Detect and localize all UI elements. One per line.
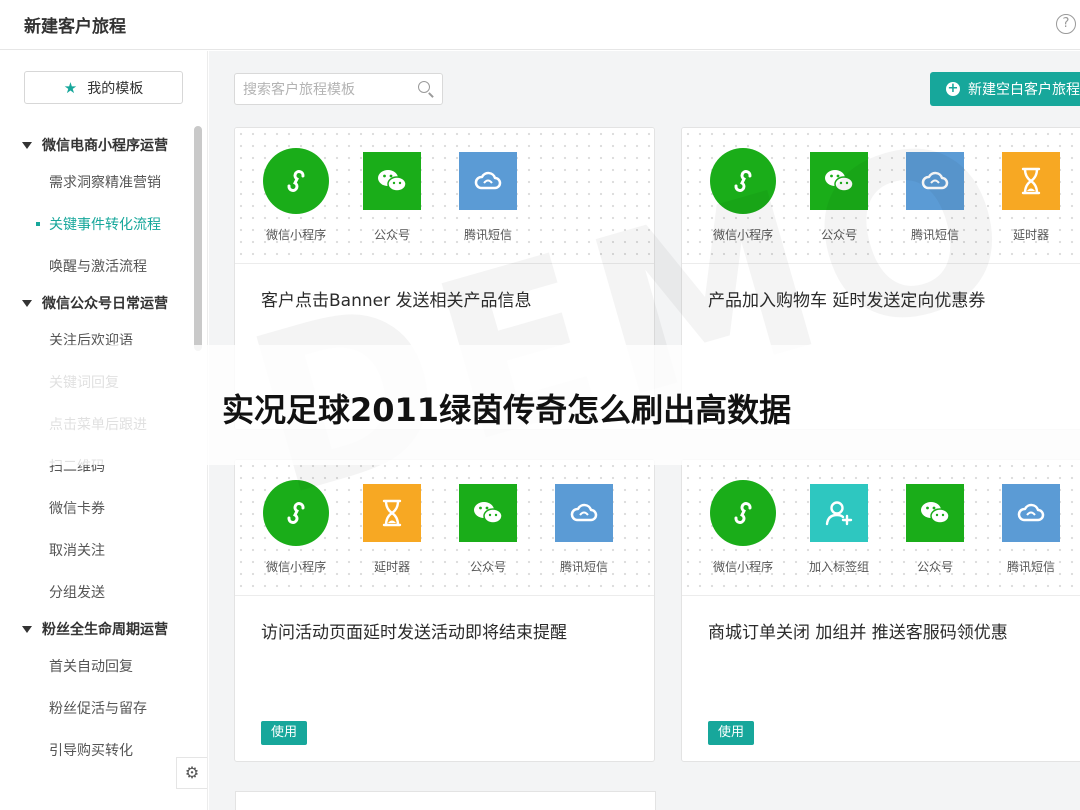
sidebar-item[interactable]: 首关自动回复 xyxy=(0,645,190,687)
gear-icon[interactable]: ⚙ xyxy=(176,757,207,789)
template-card[interactable]: 微信小程序 加入标签组 公众号 腾讯短信商城订单关闭 加组并 推送客服码领优惠使用 xyxy=(681,459,1080,762)
flow-node: 公众号 xyxy=(453,484,523,575)
flow-node: 公众号 xyxy=(804,152,874,243)
flow-node: 加入标签组 xyxy=(804,484,874,575)
page-title: 新建客户旅程 xyxy=(24,17,126,37)
sidebar-item[interactable]: 需求洞察精准营销 xyxy=(0,161,190,203)
search-icon[interactable] xyxy=(418,81,430,93)
flow-node-label: 腾讯短信 xyxy=(463,228,512,242)
flow-node: 腾讯短信 xyxy=(900,152,970,243)
search-input[interactable] xyxy=(243,80,413,100)
sidebar-group-label: 粉丝全生命周期运营 xyxy=(42,622,168,638)
flow-node-label: 延时器 xyxy=(1012,228,1049,242)
sidebar-item[interactable]: 取消关注 xyxy=(0,529,190,571)
flow-node-label: 公众号 xyxy=(820,228,857,242)
sidebar-item[interactable]: 引导购买转化 xyxy=(0,729,190,771)
flow-node-label: 公众号 xyxy=(373,228,410,242)
journey-flow-preview: 微信小程序 公众号 腾讯短信 延时器 xyxy=(682,128,1080,264)
cloud-sms-icon xyxy=(1002,484,1060,542)
flow-node-label: 腾讯短信 xyxy=(1006,560,1055,574)
sidebar-item[interactable]: 关键事件转化流程 xyxy=(0,203,190,245)
template-card-title: 商城订单关闭 加组并 推送客服码领优惠 xyxy=(708,623,1008,643)
hourglass-icon xyxy=(1002,152,1060,210)
mini-program-icon xyxy=(263,148,329,214)
mini-program-icon xyxy=(263,480,329,546)
sidebar-item[interactable]: 分组发送 xyxy=(0,571,190,613)
flow-node-label: 微信小程序 xyxy=(265,560,326,574)
template-search[interactable] xyxy=(234,73,443,105)
wechat-icon xyxy=(810,152,868,210)
hourglass-icon xyxy=(363,484,421,542)
wechat-icon xyxy=(459,484,517,542)
flow-node-label: 公众号 xyxy=(916,560,953,574)
journey-flow-preview: 微信小程序 加入标签组 公众号 腾讯短信 xyxy=(682,460,1080,596)
overlay-banner: 实况足球2011绿茵传奇怎么刷出高数据 xyxy=(0,345,1080,465)
star-icon: ★ xyxy=(63,78,78,97)
cloud-sms-icon xyxy=(906,152,964,210)
new-blank-journey-button[interactable]: + 新建空白客户旅程 xyxy=(930,72,1080,106)
flow-node: 延时器 xyxy=(996,152,1066,243)
journey-flow-preview: 微信小程序 延时器 公众号 腾讯短信 xyxy=(235,460,654,596)
template-card-partial[interactable] xyxy=(235,791,656,810)
flow-node: 微信小程序 xyxy=(261,148,331,243)
sidebar-scroll-thumb[interactable] xyxy=(194,126,202,351)
flow-node: 公众号 xyxy=(357,152,427,243)
sidebar-item[interactable]: 唤醒与激活流程 xyxy=(0,245,190,287)
sidebar-group-label: 微信电商小程序运营 xyxy=(42,138,168,154)
use-template-button[interactable]: 使用 xyxy=(261,721,307,745)
new-blank-journey-label: 新建空白客户旅程 xyxy=(968,82,1080,98)
flow-node-label: 延时器 xyxy=(373,560,410,574)
overlay-banner-text: 实况足球2011绿茵传奇怎么刷出高数据 xyxy=(222,391,792,429)
flow-node: 腾讯短信 xyxy=(996,484,1066,575)
caret-down-icon xyxy=(22,299,32,307)
sidebar-group[interactable]: 粉丝全生命周期运营 xyxy=(0,613,190,645)
app-header: 新建客户旅程 ? xyxy=(0,0,1080,50)
flow-node-label: 微信小程序 xyxy=(265,228,326,242)
flow-node: 微信小程序 xyxy=(708,480,778,575)
flow-node: 微信小程序 xyxy=(708,148,778,243)
mini-program-icon xyxy=(710,148,776,214)
flow-node: 延时器 xyxy=(357,484,427,575)
sidebar-item[interactable]: 粉丝促活与留存 xyxy=(0,687,190,729)
flow-node-label: 微信小程序 xyxy=(712,560,773,574)
template-card-title: 访问活动页面延时发送活动即将结束提醒 xyxy=(261,623,567,643)
my-templates-label: 我的模板 xyxy=(87,80,144,97)
template-card-title: 客户点击Banner 发送相关产品信息 xyxy=(261,291,532,311)
caret-down-icon xyxy=(22,141,32,149)
flow-node: 腾讯短信 xyxy=(549,484,619,575)
wechat-icon xyxy=(363,152,421,210)
flow-node-label: 腾讯短信 xyxy=(559,560,608,574)
template-card-title: 产品加入购物车 延时发送定向优惠券 xyxy=(708,291,986,311)
wechat-icon xyxy=(906,484,964,542)
use-template-button[interactable]: 使用 xyxy=(708,721,754,745)
flow-node-label: 加入标签组 xyxy=(808,560,869,574)
flow-node-label: 微信小程序 xyxy=(712,228,773,242)
flow-node-label: 公众号 xyxy=(469,560,506,574)
template-card[interactable]: 微信小程序 延时器 公众号 腾讯短信访问活动页面延时发送活动即将结束提醒使用 xyxy=(234,459,655,762)
sidebar-group[interactable]: 微信电商小程序运营 xyxy=(0,129,190,161)
my-templates-button[interactable]: ★ 我的模板 xyxy=(24,71,183,104)
help-icon[interactable]: ? xyxy=(1056,14,1076,34)
add-user-icon xyxy=(810,484,868,542)
caret-down-icon xyxy=(22,625,32,633)
sidebar-item[interactable]: 微信卡券 xyxy=(0,487,190,529)
flow-node: 公众号 xyxy=(900,484,970,575)
cloud-sms-icon xyxy=(555,484,613,542)
flow-node: 微信小程序 xyxy=(261,480,331,575)
flow-node: 腾讯短信 xyxy=(453,152,523,243)
cloud-sms-icon xyxy=(459,152,517,210)
sidebar-group[interactable]: 微信公众号日常运营 xyxy=(0,287,190,319)
sidebar-group-label: 微信公众号日常运营 xyxy=(42,296,168,312)
plus-icon: + xyxy=(946,81,960,96)
journey-flow-preview: 微信小程序 公众号 腾讯短信 xyxy=(235,128,654,264)
flow-node-label: 腾讯短信 xyxy=(910,228,959,242)
mini-program-icon xyxy=(710,480,776,546)
